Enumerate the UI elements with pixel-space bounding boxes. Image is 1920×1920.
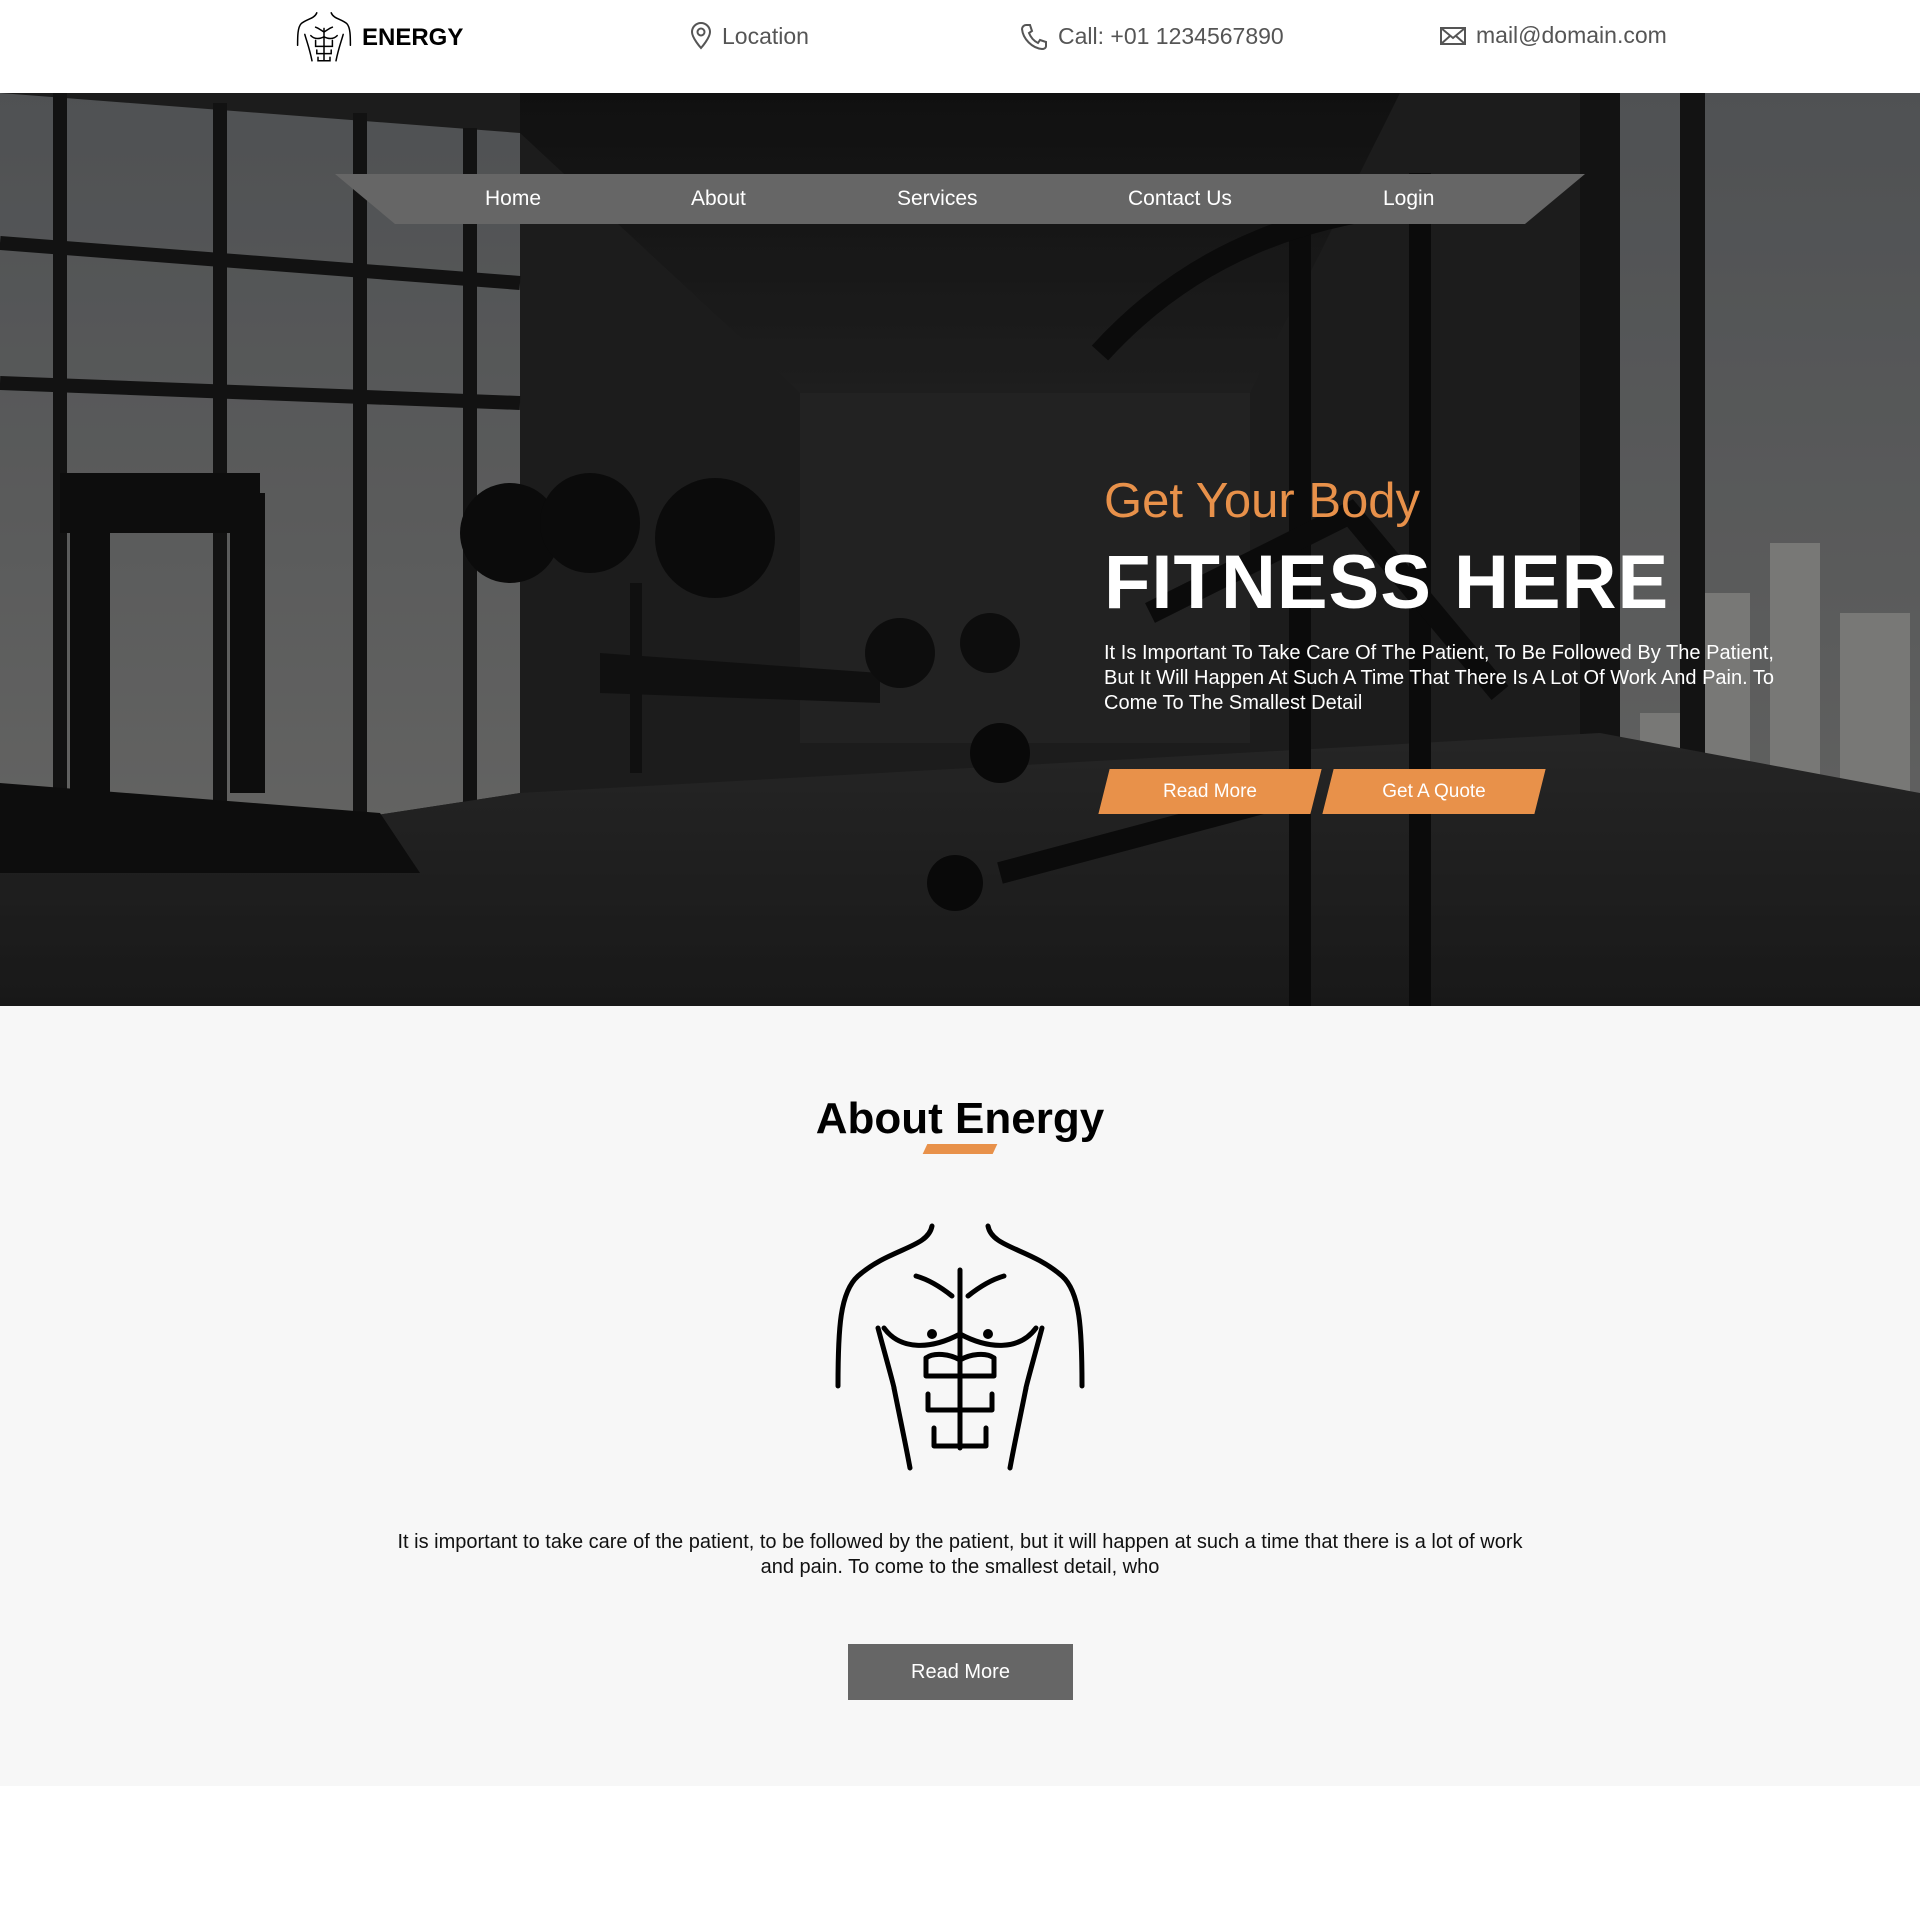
hero-section: Home About Services Contact Us Login Get…	[0, 93, 1920, 1006]
about-description: It is important to take care of the pati…	[397, 1531, 1523, 1578]
nav-contact-us[interactable]: Contact Us	[1128, 187, 1232, 211]
nav-home[interactable]: Home	[485, 187, 541, 211]
hero-text: Get Your Body FITNESS HERE It Is Importa…	[1104, 473, 1774, 716]
hero-description: It Is Important To Take Care Of The Pati…	[1104, 642, 1774, 714]
top-bar: ENERGY Location Call: +01 1234567890 mai…	[0, 0, 1920, 93]
nav-about[interactable]: About	[691, 187, 746, 211]
hero-buttons: Read More Get A Quote	[1104, 769, 1552, 814]
brand-name: ENERGY	[362, 24, 464, 51]
hero-subtitle: Get Your Body	[1104, 474, 1421, 528]
location-text: Location	[722, 22, 809, 49]
main-nav: Home About Services Contact Us Login	[335, 174, 1585, 224]
envelope-icon	[1440, 26, 1466, 45]
hero-title: FITNESS HERE	[1104, 540, 1670, 625]
get-a-quote-button[interactable]: Get A Quote	[1328, 769, 1540, 814]
muscle-torso-icon	[835, 1223, 1085, 1471]
read-more-label: Read More	[1163, 781, 1257, 802]
mail-text: mail@domain.com	[1476, 22, 1667, 48]
contact-mail[interactable]: mail@domain.com	[1440, 22, 1667, 49]
muscle-torso-icon	[296, 12, 352, 62]
about-title: About Energy	[815, 1094, 1105, 1143]
brand[interactable]: ENERGY	[292, 8, 463, 68]
nav-login[interactable]: Login	[1383, 187, 1434, 211]
call-text: Call: +01 1234567890	[1058, 22, 1284, 49]
location-pin-icon	[690, 22, 712, 50]
about-title-underline	[922, 1144, 998, 1154]
get-a-quote-label: Get A Quote	[1382, 781, 1486, 802]
nav-services[interactable]: Services	[897, 187, 978, 211]
about-read-more-button[interactable]: Read More	[848, 1644, 1073, 1700]
contact-call[interactable]: Call: +01 1234567890	[1020, 22, 1284, 50]
contact-location[interactable]: Location	[690, 22, 809, 50]
read-more-button[interactable]: Read More	[1104, 769, 1316, 814]
phone-icon	[1020, 24, 1047, 50]
about-section: About Energy It is important to take car…	[0, 1006, 1920, 1786]
